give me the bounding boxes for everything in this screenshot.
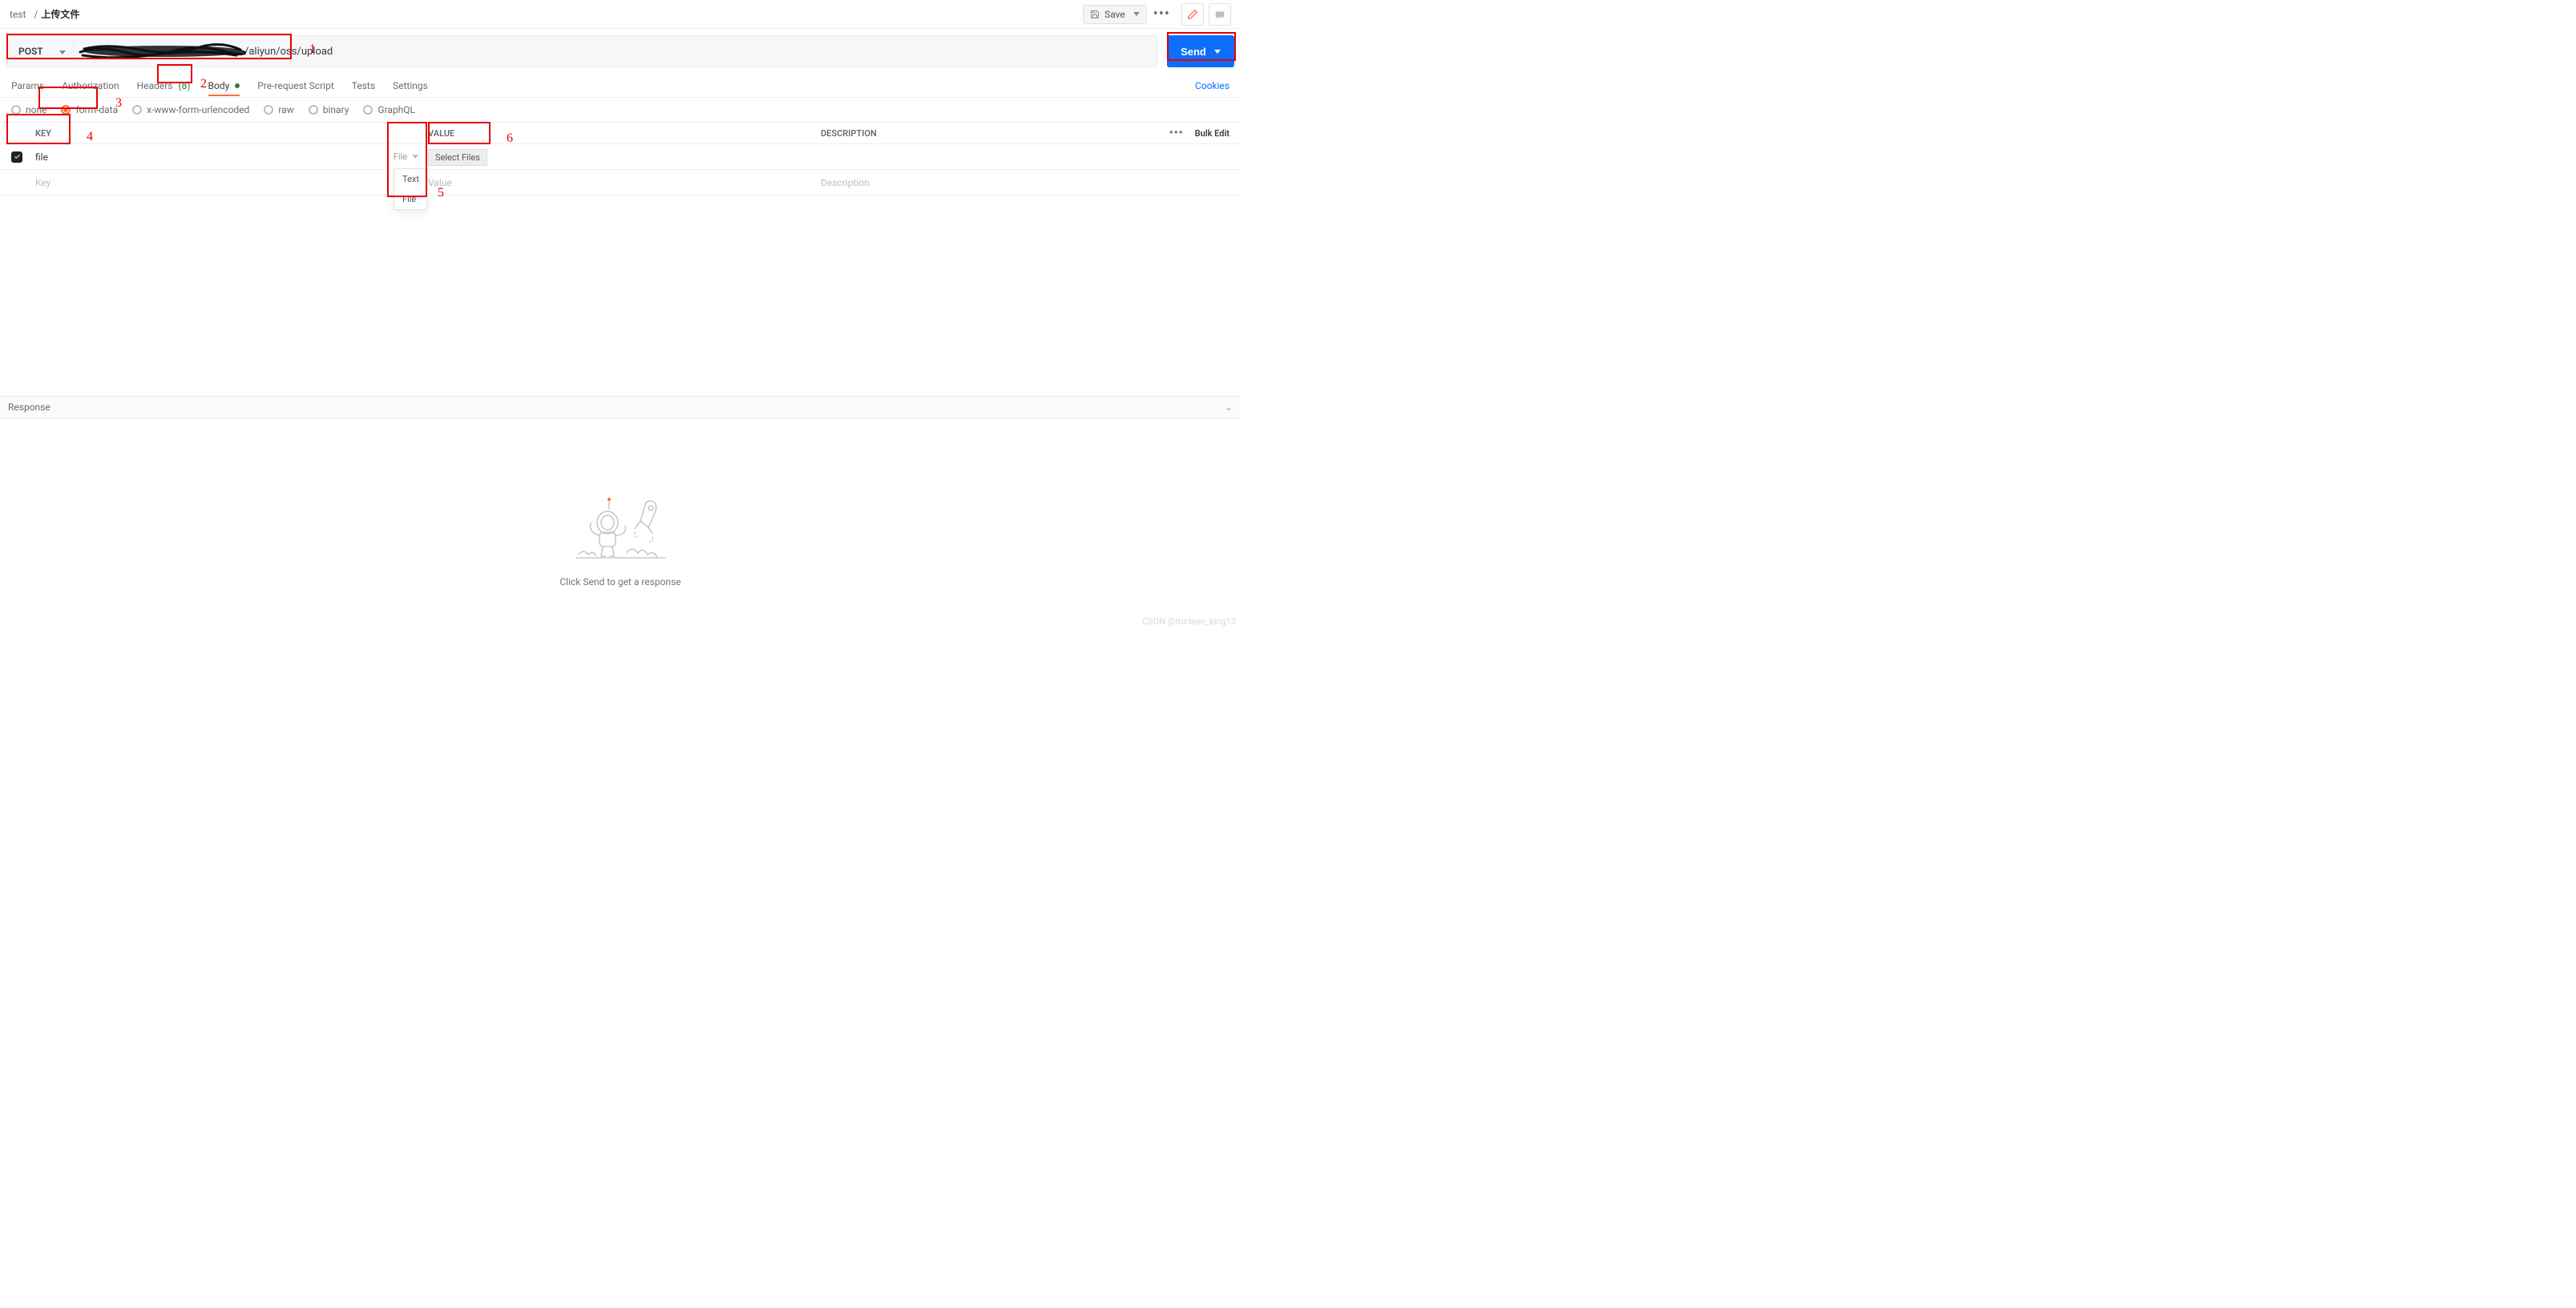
method-label: POST bbox=[18, 46, 43, 57]
header-value: VALUE bbox=[426, 128, 819, 139]
type-popover: Text File bbox=[394, 168, 427, 210]
tab-authorization[interactable]: Authorization bbox=[62, 80, 119, 91]
chevron-down-icon bbox=[412, 155, 418, 159]
radio-icon bbox=[11, 105, 21, 115]
key-placeholder[interactable]: Key bbox=[35, 177, 50, 188]
type-option-file[interactable]: File bbox=[394, 189, 426, 209]
save-button[interactable]: Save bbox=[1083, 5, 1147, 24]
active-dot-icon bbox=[235, 83, 240, 88]
request-tabs: Params Authorization Headers (8) Body Pr… bbox=[0, 74, 1241, 98]
header-desc: DESCRIPTION bbox=[819, 128, 1145, 139]
formdata-row: file File Select Files Text File bbox=[0, 144, 1241, 170]
body-type-none[interactable]: none bbox=[11, 104, 46, 115]
save-label: Save bbox=[1104, 9, 1125, 20]
body-label: Body bbox=[208, 80, 230, 91]
radio-icon bbox=[309, 105, 318, 115]
watermark: CSDN @thirteen_king13 bbox=[1142, 616, 1236, 627]
row-checkbox[interactable] bbox=[11, 151, 22, 163]
radio-icon bbox=[363, 105, 373, 115]
breadcrumb-sep: / bbox=[34, 9, 38, 20]
tab-headers[interactable]: Headers (8) bbox=[137, 80, 191, 91]
url-suffix: /aliyun/oss/upload bbox=[244, 46, 333, 58]
tab-tests[interactable]: Tests bbox=[352, 80, 375, 91]
formdata-header: KEY VALUE DESCRIPTION ••• Bulk Edit bbox=[0, 122, 1241, 144]
body-type-urlencoded[interactable]: x-www-form-urlencoded bbox=[132, 104, 249, 115]
formdata-row: Key Value Description bbox=[0, 170, 1241, 196]
header-key: KEY bbox=[34, 128, 426, 139]
breadcrumb-folder[interactable]: test bbox=[10, 9, 26, 20]
body-type-row: none form-data x-www-form-urlencoded raw… bbox=[0, 98, 1241, 122]
method-select[interactable]: POST bbox=[7, 36, 75, 67]
astronaut-illustration bbox=[572, 490, 668, 565]
comment-button[interactable] bbox=[1209, 3, 1231, 26]
value-placeholder[interactable]: Value bbox=[426, 177, 819, 188]
send-label: Send bbox=[1181, 46, 1206, 58]
key-field[interactable]: file bbox=[35, 151, 48, 163]
tab-bar: test / 上传文件 Save ••• bbox=[0, 0, 1241, 29]
chevron-down-icon bbox=[1133, 12, 1140, 16]
body-type-form-data[interactable]: form-data bbox=[61, 104, 118, 115]
tab-settings[interactable]: Settings bbox=[393, 80, 428, 91]
method-url-wrap: POST /aliyun/oss/upload bbox=[6, 35, 1157, 67]
response-title: Response bbox=[8, 402, 50, 413]
type-dropdown[interactable]: File bbox=[394, 151, 418, 162]
more-icon[interactable]: ••• bbox=[1169, 127, 1184, 139]
chevron-down-icon bbox=[1214, 50, 1221, 54]
request-row: POST /aliyun/oss/upload Send bbox=[0, 29, 1241, 74]
url-input[interactable]: /aliyun/oss/upload bbox=[75, 36, 1157, 67]
breadcrumb-name: 上传文件 bbox=[41, 7, 79, 21]
headers-count: (8) bbox=[178, 80, 190, 91]
body-type-binary[interactable]: binary bbox=[309, 104, 349, 115]
response-empty-text: Click Send to get a response bbox=[559, 576, 680, 587]
chevron-down-icon: ⌄ bbox=[1225, 402, 1233, 413]
radio-icon bbox=[132, 105, 142, 115]
response-bar[interactable]: Response ⌄ bbox=[0, 396, 1241, 418]
tab-body[interactable]: Body bbox=[208, 80, 240, 91]
radio-icon bbox=[264, 105, 273, 115]
type-option-text[interactable]: Text bbox=[394, 169, 426, 189]
bulk-edit-link[interactable]: Bulk Edit bbox=[1195, 128, 1229, 139]
edit-button[interactable] bbox=[1181, 3, 1204, 26]
chevron-down-icon bbox=[59, 50, 66, 54]
body-type-graphql[interactable]: GraphQL bbox=[363, 104, 415, 115]
send-button[interactable]: Send bbox=[1167, 35, 1234, 67]
more-icon[interactable]: ••• bbox=[1147, 2, 1177, 26]
radio-icon bbox=[61, 105, 71, 115]
tab-params[interactable]: Params bbox=[11, 80, 44, 91]
body-type-raw[interactable]: raw bbox=[264, 104, 293, 115]
desc-placeholder[interactable]: Description bbox=[819, 177, 1145, 188]
response-body: Click Send to get a response bbox=[0, 418, 1241, 630]
select-files-button[interactable]: Select Files bbox=[428, 149, 487, 166]
tab-pre-request[interactable]: Pre-request Script bbox=[257, 80, 333, 91]
redacted-scribble bbox=[86, 44, 243, 59]
cookies-link[interactable]: Cookies bbox=[1195, 80, 1229, 91]
headers-label: Headers bbox=[137, 80, 173, 91]
